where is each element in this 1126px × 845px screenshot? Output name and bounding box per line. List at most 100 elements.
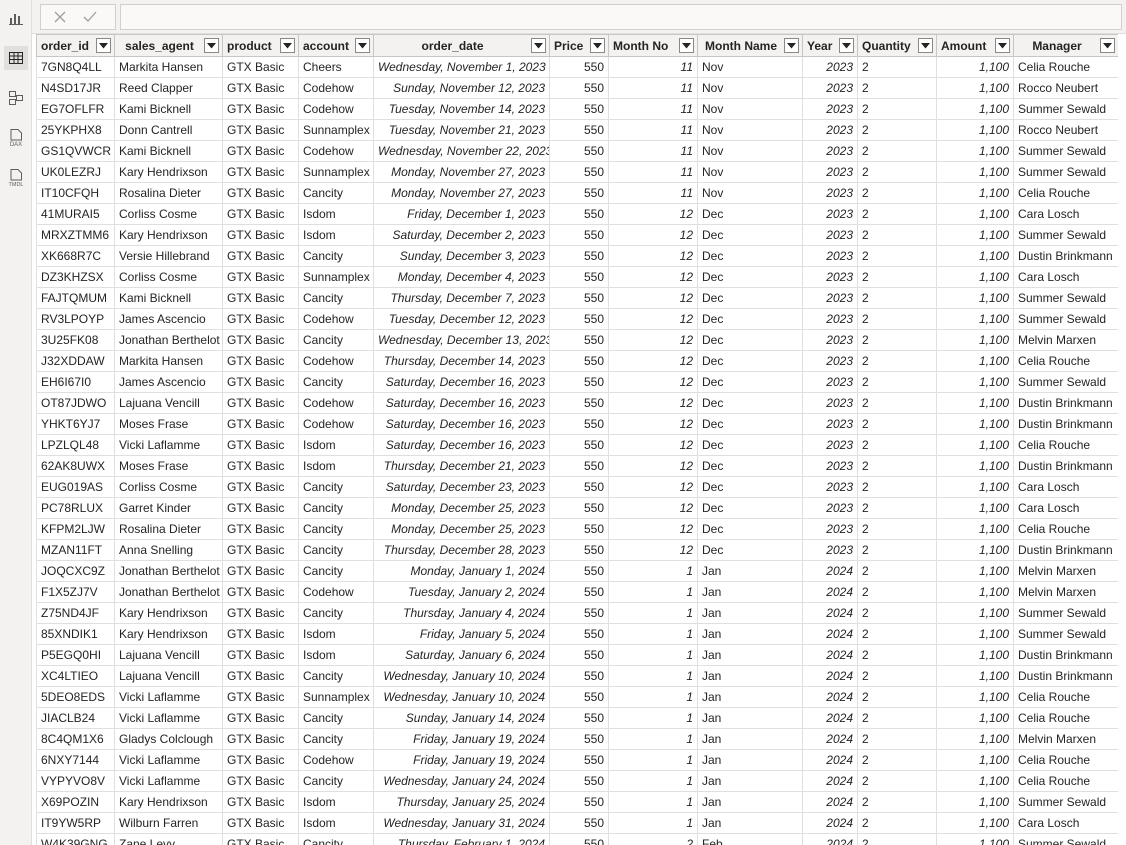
table-row[interactable]: 85XNDIK1 Kary Hendrixson GTX Basic Isdom Fri… [36,623,1118,645]
chevron-down-icon[interactable] [355,38,370,53]
cell-amount: 1,100 [936,371,1014,393]
table-row[interactable]: F1X5ZJ7V Jonathan Berthelot GTX Basic Codeh… [36,581,1118,603]
chevron-down-icon[interactable] [918,38,933,53]
table-row[interactable]: JIACLB24 Vicki Laflamme GTX Basic Cancity Su… [36,707,1118,729]
chevron-down-icon[interactable] [1100,38,1115,53]
chevron-down-icon[interactable] [531,38,546,53]
cell-quantity: 2 [857,728,937,750]
report-view-icon[interactable] [4,6,28,30]
table-row[interactable]: 5DEO8EDS Vicki Laflamme GTX Basic Sunnample… [36,686,1118,708]
table-row[interactable]: 25YKPHX8 Donn Cantrell GTX Basic Sunnamplex… [36,119,1118,141]
table-row[interactable]: YHKT6YJ7 Moses Frase GTX Basic Codehow Satur… [36,413,1118,435]
cell-order-id: EH6I67I0 [36,371,115,393]
column-header[interactable]: order_id [36,34,115,57]
table-row[interactable]: P5EGQ0HI Lajuana Vencill GTX Basic Isdom Sat… [36,644,1118,666]
chevron-down-icon[interactable] [839,38,854,53]
table-row[interactable]: KFPM2LJW Rosalina Dieter GTX Basic Cancity M… [36,518,1118,540]
cell-sales-agent: James Ascencio [114,371,223,393]
chevron-down-icon[interactable] [280,38,295,53]
column-header[interactable]: Price [549,34,609,57]
column-header[interactable]: sales_agent [114,34,223,57]
formula-input[interactable] [120,4,1122,30]
cell-order-date: Thursday, December 7, 2023 [373,287,550,309]
table-row[interactable]: EH6I67I0 James Ascencio GTX Basic Cancity Sa… [36,371,1118,393]
table-row[interactable]: MZAN11FT Anna Snelling GTX Basic Cancity Thu… [36,539,1118,561]
dax-query-view-icon[interactable]: DAX [4,126,28,150]
table-row[interactable]: 41MURAI5 Corliss Cosme GTX Basic Isdom Frida… [36,203,1118,225]
table-row[interactable]: 62AK8UWX Moses Frase GTX Basic Isdom Thursda… [36,455,1118,477]
chevron-down-icon[interactable] [784,38,799,53]
cell-order-id: P5EGQ0HI [36,644,115,666]
table-row[interactable]: N4SD17JR Reed Clapper GTX Basic Codehow Sund… [36,77,1118,99]
cell-year: 2023 [802,308,858,330]
cell-price: 550 [549,371,609,393]
table-row[interactable]: VYPYVO8V Vicki Laflamme GTX Basic Cancity We… [36,770,1118,792]
cell-month-no: 12 [608,224,698,246]
column-header[interactable]: Manager [1013,34,1118,57]
cell-account: Cancity [298,497,374,519]
table-row[interactable]: XC4LTIEO Lajuana Vencill GTX Basic Cancity W… [36,665,1118,687]
cell-manager: Celia Rouche [1013,686,1118,708]
column-header[interactable]: account [298,34,374,57]
column-header[interactable]: Amount [936,34,1014,57]
column-header[interactable]: Month No [608,34,698,57]
table-row[interactable]: MRXZTMM6 Kary Hendrixson GTX Basic Isdom Sat… [36,224,1118,246]
table-row[interactable]: 3U25FK08 Jonathan Berthelot GTX Basic Canci… [36,329,1118,351]
table-row[interactable]: DZ3KHZSX Corliss Cosme GTX Basic Sunnamplex… [36,266,1118,288]
table-row[interactable]: 6NXY7144 Vicki Laflamme GTX Basic Codehow Fr… [36,749,1118,771]
tmdl-view-icon[interactable]: TMDL [4,166,28,190]
cell-amount: 1,100 [936,833,1014,845]
cell-account: Cancity [298,182,374,204]
cell-month-no: 12 [608,392,698,414]
cell-product: GTX Basic [222,602,299,624]
cell-year: 2024 [802,812,858,834]
cell-manager: Celia Rouche [1013,749,1118,771]
table-row[interactable]: 7GN8Q4LL Markita Hansen GTX Basic Cheers Wed… [36,56,1118,78]
column-header[interactable]: Month Name [697,34,803,57]
cell-account: Cancity [298,728,374,750]
table-row[interactable]: JOQCXC9Z Jonathan Berthelot GTX Basic Canci… [36,560,1118,582]
check-icon[interactable] [81,8,99,26]
table-row[interactable]: GS1QVWCR Kami Bicknell GTX Basic Codehow Wed… [36,140,1118,162]
table-row[interactable]: FAJTQMUM Kami Bicknell GTX Basic Cancity Thu… [36,287,1118,309]
cell-amount: 1,100 [936,812,1014,834]
cell-price: 550 [549,728,609,750]
chevron-down-icon[interactable] [204,38,219,53]
chevron-down-icon[interactable] [590,38,605,53]
column-header[interactable]: Year [802,34,858,57]
table-row[interactable]: J32XDDAW Markita Hansen GTX Basic Codehow Th… [36,350,1118,372]
cell-order-id: PC78RLUX [36,497,115,519]
table-row[interactable]: OT87JDWO Lajuana Vencill GTX Basic Codehow S… [36,392,1118,414]
table-row[interactable]: UK0LEZRJ Kary Hendrixson GTX Basic Sunnampl… [36,161,1118,183]
cell-month-name: Dec [697,203,803,225]
table-row[interactable]: RV3LPOYP James Ascencio GTX Basic Codehow Tu… [36,308,1118,330]
model-view-icon[interactable] [4,86,28,110]
cell-month-name: Jan [697,560,803,582]
column-header-label: sales_agent [125,38,194,53]
cell-sales-agent: Kary Hendrixson [114,791,223,813]
table-row[interactable]: IT9YW5RP Wilburn Farren GTX Basic Isdom Wedn… [36,812,1118,834]
formula-bar [32,0,1126,34]
column-header[interactable]: product [222,34,299,57]
column-header[interactable]: Quantity [857,34,937,57]
table-row[interactable]: W4K39GNG Zane Levy GTX Basic Cancity Thursda… [36,833,1118,845]
table-row[interactable]: X69POZIN Kary Hendrixson GTX Basic Isdom Thu… [36,791,1118,813]
chevron-down-icon[interactable] [96,38,111,53]
table-row[interactable]: XK668R7C Versie Hillebrand GTX Basic Cancit… [36,245,1118,267]
table-row[interactable]: LPZLQL48 Vicki Laflamme GTX Basic Isdom Satu… [36,434,1118,456]
close-icon[interactable] [51,8,69,26]
column-header[interactable]: order_date [373,34,550,57]
chevron-down-icon[interactable] [679,38,694,53]
table-row[interactable]: 8C4QM1X6 Gladys Colclough GTX Basic Cancity… [36,728,1118,750]
cell-amount: 1,100 [936,686,1014,708]
cell-order-date: Wednesday, December 13, 2023 [373,329,550,351]
table-row[interactable]: Z75ND4JF Kary Hendrixson GTX Basic Cancity T… [36,602,1118,624]
table-row[interactable]: EUG019AS Corliss Cosme GTX Basic Cancity Sat… [36,476,1118,498]
cell-product: GTX Basic [222,140,299,162]
cell-price: 550 [549,119,609,141]
table-row[interactable]: EG7OFLFR Kami Bicknell GTX Basic Codehow Tue… [36,98,1118,120]
chevron-down-icon[interactable] [995,38,1010,53]
table-view-icon[interactable] [4,46,28,70]
table-row[interactable]: PC78RLUX Garret Kinder GTX Basic Cancity Mon… [36,497,1118,519]
table-row[interactable]: IT10CFQH Rosalina Dieter GTX Basic Cancity M… [36,182,1118,204]
